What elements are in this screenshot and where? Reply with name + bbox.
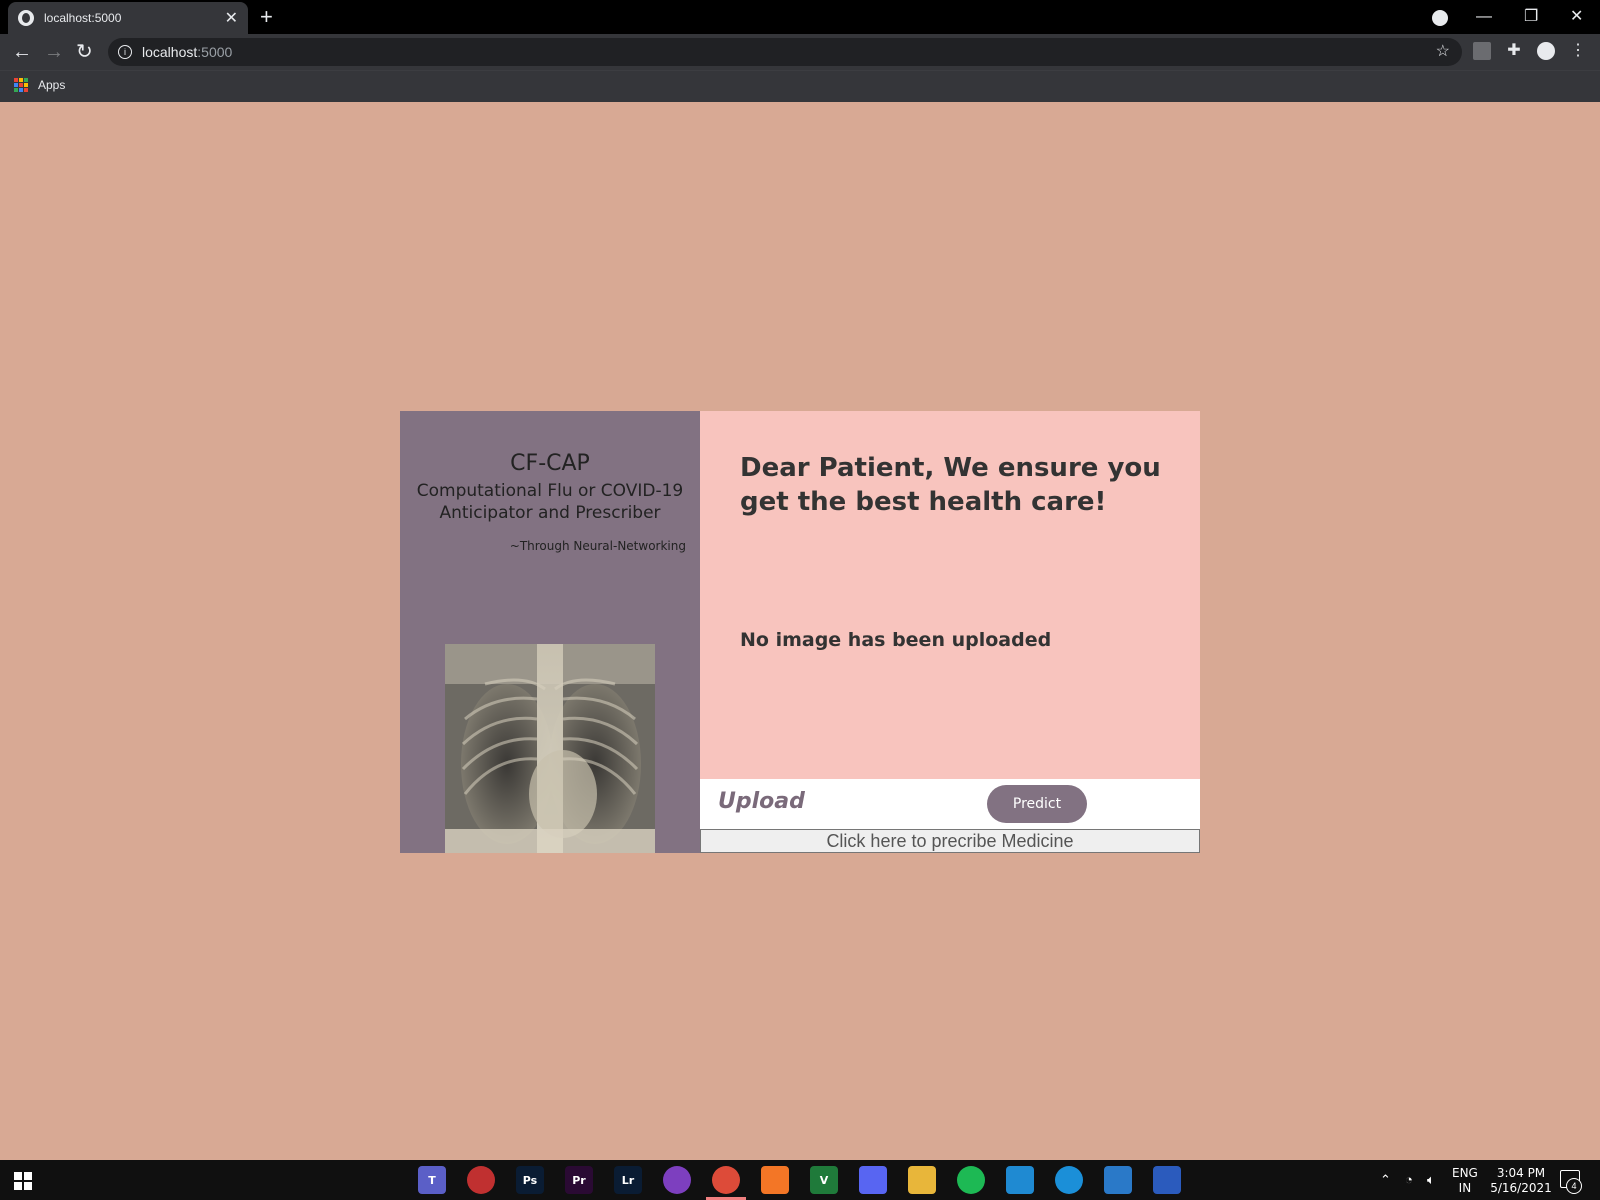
teams-icon[interactable]: T [418,1166,446,1194]
volume-icon[interactable]: 🔈︎ [1427,1172,1435,1188]
jupyter-icon[interactable] [761,1166,789,1194]
clock[interactable]: 3:04 PM 5/16/2021 [1490,1166,1552,1196]
edge-icon[interactable] [1055,1166,1083,1194]
notification-count: 4 [1566,1178,1582,1194]
bookmarks-bar: Apps [0,70,1600,102]
main-card: CF-CAP Computational Flu or COVID-19 Ant… [400,411,1200,853]
app-red-icon[interactable] [467,1166,495,1194]
media-player-icon[interactable] [1104,1166,1132,1194]
brand-block: CF-CAP Computational Flu or COVID-19 Ant… [400,451,700,524]
apps-grid-icon [14,78,28,92]
photoshop-icon[interactable]: Ps [516,1166,544,1194]
windows-start-icon[interactable] [14,1172,32,1190]
brand-tagline: ~Through Neural-Networking [509,539,686,553]
discord-icon[interactable] [859,1166,887,1194]
file-explorer-icon[interactable] [908,1166,936,1194]
site-info-icon[interactable]: i [118,45,132,59]
extension-icon[interactable] [1473,42,1491,60]
url-port: :5000 [197,44,233,60]
clock-time: 3:04 PM [1496,1166,1546,1180]
reload-icon[interactable]: ↻ [76,38,93,66]
show-hidden-icons-icon[interactable]: ⌃ [1380,1172,1391,1188]
prescribe-medicine-button[interactable]: Click here to precribe Medicine [700,829,1200,853]
bookmark-star-icon[interactable]: ☆ [1436,41,1450,61]
region-label: IN [1458,1181,1472,1195]
chrome-icon[interactable] [712,1166,740,1194]
close-tab-icon[interactable]: ✕ [225,8,238,28]
vscode-icon[interactable] [1006,1166,1034,1194]
spotify-icon[interactable] [957,1166,985,1194]
chest-xray-image [445,644,655,853]
profile-icon[interactable] [1537,42,1555,60]
address-bar[interactable]: i localhost:5000 ☆ [108,38,1462,66]
premiere-icon[interactable]: Pr [565,1166,593,1194]
tor-icon[interactable] [663,1166,691,1194]
language-label: ENG [1452,1166,1478,1180]
upload-status: No image has been uploaded [740,629,1052,651]
clock-date: 5/16/2021 [1490,1181,1552,1195]
tab-search-icon[interactable] [1432,10,1448,26]
minimize-icon[interactable]: — [1476,4,1492,30]
menu-kebab-icon[interactable]: ⋮ [1569,42,1587,60]
welcome-headline: Dear Patient, We ensure you get the best… [740,453,1161,517]
predict-button[interactable]: Predict [987,785,1087,823]
vim-icon[interactable]: V [810,1166,838,1194]
lightroom-icon[interactable]: Lr [614,1166,642,1194]
brand-subtitle-line1: Computational Flu or COVID-19 [416,481,684,501]
url-host: localhost [142,44,198,60]
globe-icon [18,10,34,26]
forward-icon[interactable]: → [44,38,64,66]
back-icon[interactable]: ← [12,38,32,66]
upload-button[interactable]: Upload [718,789,805,814]
browser-toolbar: ← → ↻ i localhost:5000 ☆ ✚ ⋮ [0,34,1600,70]
browser-tab-bar: localhost:5000 ✕ + — ❐ ✕ [0,0,1600,34]
extensions-puzzle-icon[interactable]: ✚ [1505,42,1523,60]
bookmark-apps-label: Apps [38,78,66,92]
action-bar: Upload Predict [700,779,1200,829]
restore-icon[interactable]: ❐ [1524,4,1538,30]
content-panel: Dear Patient, We ensure you get the best… [700,411,1200,779]
brand-panel: CF-CAP Computational Flu or COVID-19 Ant… [400,411,700,853]
tab-title: localhost:5000 [44,11,122,25]
brand-subtitle-line2: Anticipator and Prescriber [439,503,661,523]
powershell-icon[interactable] [1153,1166,1181,1194]
brand-title: CF-CAP [510,451,590,476]
close-window-icon[interactable]: ✕ [1570,4,1583,30]
windows-taskbar: T Ps Pr Lr V ⌃ ◔ 🔈︎ ENG IN 3:04 PM 5/16/2021… [0,1160,1600,1200]
language-indicator[interactable]: ENG IN [1452,1166,1478,1196]
network-icon[interactable]: ◔ [1405,1172,1413,1187]
new-tab-button[interactable]: + [260,4,273,30]
browser-tab[interactable]: localhost:5000 ✕ [8,2,248,34]
bookmark-apps[interactable]: Apps [14,78,65,92]
